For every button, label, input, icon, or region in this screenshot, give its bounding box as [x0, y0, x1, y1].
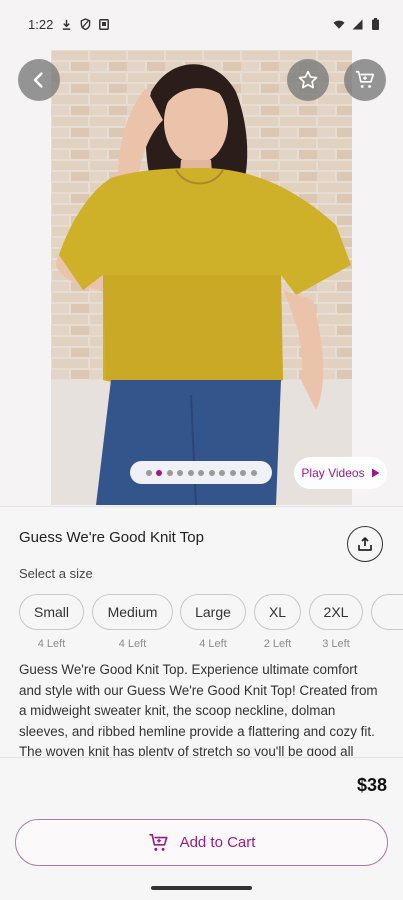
- product-info: Guess We're Good Knit Top Select a size …: [0, 506, 403, 756]
- share-button[interactable]: [347, 526, 383, 562]
- play-videos-button[interactable]: Play Videos: [294, 457, 387, 489]
- add-to-cart-button[interactable]: Add to Cart: [15, 819, 388, 866]
- size-chip-xl[interactable]: XL: [254, 594, 301, 630]
- size-chip-large[interactable]: Large: [180, 594, 246, 630]
- arrow-left-icon: [33, 72, 43, 88]
- pager-dot[interactable]: [240, 469, 246, 476]
- notification-icon: [98, 18, 110, 30]
- status-bar: 1:22: [0, 0, 403, 48]
- size-chip-small[interactable]: Small: [19, 594, 84, 630]
- status-time: 1:22: [28, 16, 54, 32]
- size-chip-more[interactable]: [371, 594, 403, 630]
- size-chip-label: Small: [33, 604, 69, 620]
- pager-dot[interactable]: [198, 469, 204, 476]
- size-chip-medium[interactable]: Medium: [92, 594, 173, 630]
- signal-icon: [351, 18, 363, 30]
- size-stock: 4 Left: [118, 638, 147, 650]
- pager-dot[interactable]: [166, 469, 173, 476]
- wifi-icon: [333, 18, 345, 30]
- add-to-cart-label: Add to Cart: [179, 834, 256, 851]
- product-image[interactable]: [51, 50, 352, 505]
- pager-dot[interactable]: [250, 469, 257, 476]
- bottom-bar: Add to Cart: [0, 809, 403, 900]
- download-icon: [60, 18, 72, 30]
- pager-dot[interactable]: [177, 469, 183, 476]
- size-stock: 2 Left: [263, 638, 292, 650]
- image-pager-dots[interactable]: [130, 461, 272, 484]
- size-chip-2xl[interactable]: 2XL: [309, 594, 363, 630]
- size-chip-label: Medium: [107, 604, 158, 620]
- size-options: Small 4 Left Medium 4 Left Large 4 Left …: [19, 594, 403, 654]
- size-stock: 4 Left: [37, 638, 66, 650]
- play-videos-label: Play Videos: [301, 466, 365, 480]
- size-stock: 3 Left: [322, 638, 350, 650]
- back-button[interactable]: [18, 59, 60, 101]
- home-indicator[interactable]: [151, 886, 252, 890]
- add-to-cart-icon: [149, 833, 168, 851]
- pager-dot[interactable]: [187, 469, 194, 476]
- product-description: Guess We're Good Knit Top. Experience ul…: [19, 662, 378, 756]
- size-stock: 4 Left: [199, 638, 227, 650]
- share-icon: [358, 537, 372, 551]
- favorite-button[interactable]: [287, 59, 329, 101]
- shield-icon: [79, 18, 91, 30]
- pager-dot[interactable]: [219, 469, 225, 476]
- product-price: $38: [356, 775, 387, 795]
- product-photo: [51, 50, 352, 505]
- size-chip-label: 2XL: [323, 604, 349, 620]
- pager-dot[interactable]: [208, 469, 215, 476]
- price-bar: $38: [0, 757, 403, 809]
- pager-dot[interactable]: [145, 469, 152, 476]
- size-chip-label: XL: [268, 604, 287, 620]
- cart-icon: [355, 70, 375, 88]
- battery-icon: [369, 18, 381, 30]
- pager-dot[interactable]: [229, 469, 236, 476]
- size-label: Select a size: [19, 566, 93, 581]
- play-icon: [371, 468, 380, 478]
- cart-button[interactable]: [344, 59, 386, 101]
- star-icon: [298, 70, 318, 89]
- pager-dot-active[interactable]: [156, 469, 162, 476]
- size-chip-label: Large: [195, 604, 231, 620]
- product-title: Guess We're Good Knit Top: [19, 529, 204, 546]
